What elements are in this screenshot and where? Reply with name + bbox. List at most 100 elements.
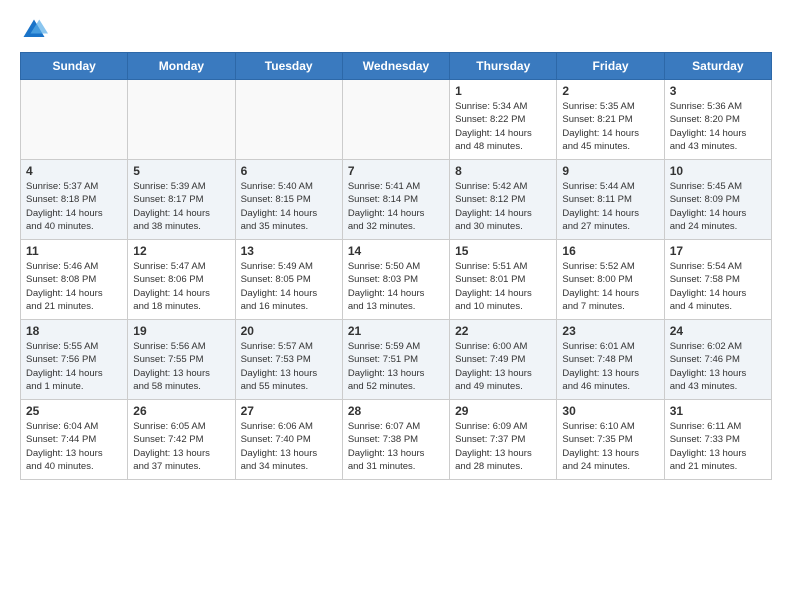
day-header-monday: Monday xyxy=(128,53,235,80)
day-number: 27 xyxy=(241,404,337,418)
calendar-cell: 28 Sunrise: 6:07 AM Sunset: 7:38 PM Dayli… xyxy=(342,400,449,480)
day-number: 23 xyxy=(562,324,658,338)
day-number: 19 xyxy=(133,324,229,338)
day-number: 30 xyxy=(562,404,658,418)
day-info: Sunrise: 6:11 AM Sunset: 7:33 PM Dayligh… xyxy=(670,420,766,473)
week-row-3: 11 Sunrise: 5:46 AM Sunset: 8:08 PM Dayli… xyxy=(21,240,772,320)
day-info: Sunrise: 5:52 AM Sunset: 8:00 PM Dayligh… xyxy=(562,260,658,313)
calendar-cell: 21 Sunrise: 5:59 AM Sunset: 7:51 PM Dayli… xyxy=(342,320,449,400)
calendar-cell: 10Sunrise: 5:45 AM Sunset: 8:09 PM Dayli… xyxy=(664,160,771,240)
calendar-cell: 18 Sunrise: 5:55 AM Sunset: 7:56 PM Dayli… xyxy=(21,320,128,400)
calendar-cell: 13Sunrise: 5:49 AM Sunset: 8:05 PM Dayli… xyxy=(235,240,342,320)
header-row: SundayMondayTuesdayWednesdayThursdayFrid… xyxy=(21,53,772,80)
day-info: Sunrise: 5:45 AM Sunset: 8:09 PM Dayligh… xyxy=(670,180,766,233)
day-info: Sunrise: 5:54 AM Sunset: 7:58 PM Dayligh… xyxy=(670,260,766,313)
calendar-header: SundayMondayTuesdayWednesdayThursdayFrid… xyxy=(21,53,772,80)
calendar-cell: 5Sunrise: 5:39 AM Sunset: 8:17 PM Daylig… xyxy=(128,160,235,240)
day-info: Sunrise: 6:05 AM Sunset: 7:42 PM Dayligh… xyxy=(133,420,229,473)
day-number: 22 xyxy=(455,324,551,338)
day-number: 7 xyxy=(348,164,444,178)
day-info: Sunrise: 5:50 AM Sunset: 8:03 PM Dayligh… xyxy=(348,260,444,313)
calendar-cell: 6 Sunrise: 5:40 AM Sunset: 8:15 PM Daylig… xyxy=(235,160,342,240)
day-header-tuesday: Tuesday xyxy=(235,53,342,80)
day-info: Sunrise: 6:06 AM Sunset: 7:40 PM Dayligh… xyxy=(241,420,337,473)
day-info: Sunrise: 5:44 AM Sunset: 8:11 PM Dayligh… xyxy=(562,180,658,233)
calendar-cell: 1 Sunrise: 5:34 AM Sunset: 8:22 PM Daylig… xyxy=(450,80,557,160)
day-info: Sunrise: 5:47 AM Sunset: 8:06 PM Dayligh… xyxy=(133,260,229,313)
week-row-4: 18 Sunrise: 5:55 AM Sunset: 7:56 PM Dayli… xyxy=(21,320,772,400)
header xyxy=(20,16,772,44)
calendar: SundayMondayTuesdayWednesdayThursdayFrid… xyxy=(20,52,772,480)
day-info: Sunrise: 5:40 AM Sunset: 8:15 PM Dayligh… xyxy=(241,180,337,233)
day-info: Sunrise: 5:51 AM Sunset: 8:01 PM Dayligh… xyxy=(455,260,551,313)
day-number: 21 xyxy=(348,324,444,338)
calendar-cell: 4 Sunrise: 5:37 AM Sunset: 8:18 PM Daylig… xyxy=(21,160,128,240)
day-number: 14 xyxy=(348,244,444,258)
calendar-cell: 12Sunrise: 5:47 AM Sunset: 8:06 PM Dayli… xyxy=(128,240,235,320)
day-header-saturday: Saturday xyxy=(664,53,771,80)
day-number: 3 xyxy=(670,84,766,98)
logo xyxy=(20,16,52,44)
calendar-cell: 2Sunrise: 5:35 AM Sunset: 8:21 PM Daylig… xyxy=(557,80,664,160)
logo-icon xyxy=(20,16,48,44)
day-number: 8 xyxy=(455,164,551,178)
calendar-cell: 31 Sunrise: 6:11 AM Sunset: 7:33 PM Dayli… xyxy=(664,400,771,480)
page: SundayMondayTuesdayWednesdayThursdayFrid… xyxy=(0,0,792,496)
calendar-cell: 14 Sunrise: 5:50 AM Sunset: 8:03 PM Dayli… xyxy=(342,240,449,320)
calendar-cell: 19 Sunrise: 5:56 AM Sunset: 7:55 PM Dayli… xyxy=(128,320,235,400)
day-info: Sunrise: 5:46 AM Sunset: 8:08 PM Dayligh… xyxy=(26,260,122,313)
calendar-cell: 24Sunrise: 6:02 AM Sunset: 7:46 PM Dayli… xyxy=(664,320,771,400)
calendar-cell: 22 Sunrise: 6:00 AM Sunset: 7:49 PM Dayli… xyxy=(450,320,557,400)
day-number: 31 xyxy=(670,404,766,418)
day-number: 29 xyxy=(455,404,551,418)
calendar-cell: 3 Sunrise: 5:36 AM Sunset: 8:20 PM Daylig… xyxy=(664,80,771,160)
calendar-cell: 17 Sunrise: 5:54 AM Sunset: 7:58 PM Dayli… xyxy=(664,240,771,320)
day-info: Sunrise: 5:56 AM Sunset: 7:55 PM Dayligh… xyxy=(133,340,229,393)
day-info: Sunrise: 5:34 AM Sunset: 8:22 PM Dayligh… xyxy=(455,100,551,153)
day-number: 28 xyxy=(348,404,444,418)
day-number: 26 xyxy=(133,404,229,418)
calendar-cell: 25 Sunrise: 6:04 AM Sunset: 7:44 PM Dayli… xyxy=(21,400,128,480)
day-number: 11 xyxy=(26,244,122,258)
day-info: Sunrise: 6:07 AM Sunset: 7:38 PM Dayligh… xyxy=(348,420,444,473)
day-info: Sunrise: 6:02 AM Sunset: 7:46 PM Dayligh… xyxy=(670,340,766,393)
day-number: 25 xyxy=(26,404,122,418)
calendar-cell: 26 Sunrise: 6:05 AM Sunset: 7:42 PM Dayli… xyxy=(128,400,235,480)
calendar-cell: 20 Sunrise: 5:57 AM Sunset: 7:53 PM Dayli… xyxy=(235,320,342,400)
day-number: 15 xyxy=(455,244,551,258)
day-info: Sunrise: 6:04 AM Sunset: 7:44 PM Dayligh… xyxy=(26,420,122,473)
day-info: Sunrise: 6:01 AM Sunset: 7:48 PM Dayligh… xyxy=(562,340,658,393)
week-row-2: 4 Sunrise: 5:37 AM Sunset: 8:18 PM Daylig… xyxy=(21,160,772,240)
day-number: 6 xyxy=(241,164,337,178)
day-number: 16 xyxy=(562,244,658,258)
calendar-cell: 23 Sunrise: 6:01 AM Sunset: 7:48 PM Dayli… xyxy=(557,320,664,400)
calendar-cell xyxy=(235,80,342,160)
day-info: Sunrise: 5:57 AM Sunset: 7:53 PM Dayligh… xyxy=(241,340,337,393)
calendar-cell: 27 Sunrise: 6:06 AM Sunset: 7:40 PM Dayli… xyxy=(235,400,342,480)
day-header-sunday: Sunday xyxy=(21,53,128,80)
day-info: Sunrise: 6:10 AM Sunset: 7:35 PM Dayligh… xyxy=(562,420,658,473)
day-number: 2 xyxy=(562,84,658,98)
day-number: 18 xyxy=(26,324,122,338)
calendar-cell xyxy=(21,80,128,160)
calendar-cell: 7Sunrise: 5:41 AM Sunset: 8:14 PM Daylig… xyxy=(342,160,449,240)
day-number: 5 xyxy=(133,164,229,178)
week-row-1: 1 Sunrise: 5:34 AM Sunset: 8:22 PM Daylig… xyxy=(21,80,772,160)
day-info: Sunrise: 5:36 AM Sunset: 8:20 PM Dayligh… xyxy=(670,100,766,153)
calendar-cell: 30 Sunrise: 6:10 AM Sunset: 7:35 PM Dayli… xyxy=(557,400,664,480)
day-info: Sunrise: 5:55 AM Sunset: 7:56 PM Dayligh… xyxy=(26,340,122,393)
day-number: 17 xyxy=(670,244,766,258)
day-number: 9 xyxy=(562,164,658,178)
calendar-cell: 9 Sunrise: 5:44 AM Sunset: 8:11 PM Daylig… xyxy=(557,160,664,240)
day-number: 4 xyxy=(26,164,122,178)
calendar-cell xyxy=(128,80,235,160)
day-number: 20 xyxy=(241,324,337,338)
day-info: Sunrise: 5:37 AM Sunset: 8:18 PM Dayligh… xyxy=(26,180,122,233)
day-number: 1 xyxy=(455,84,551,98)
calendar-cell: 29Sunrise: 6:09 AM Sunset: 7:37 PM Dayli… xyxy=(450,400,557,480)
calendar-cell xyxy=(342,80,449,160)
day-info: Sunrise: 5:59 AM Sunset: 7:51 PM Dayligh… xyxy=(348,340,444,393)
day-info: Sunrise: 6:00 AM Sunset: 7:49 PM Dayligh… xyxy=(455,340,551,393)
calendar-body: 1 Sunrise: 5:34 AM Sunset: 8:22 PM Daylig… xyxy=(21,80,772,480)
day-header-thursday: Thursday xyxy=(450,53,557,80)
